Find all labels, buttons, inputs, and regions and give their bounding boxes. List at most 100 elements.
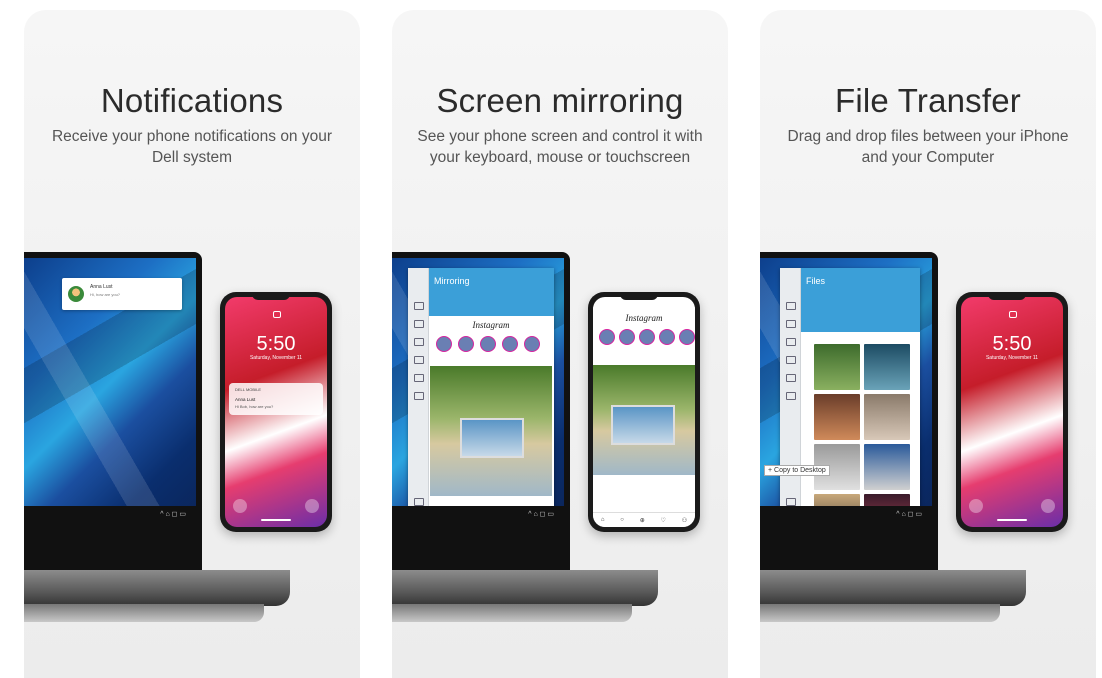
story-avatar[interactable] xyxy=(639,329,655,345)
files-window[interactable]: Files xyxy=(780,268,920,526)
menu-icon[interactable] xyxy=(414,302,424,310)
story-avatar[interactable] xyxy=(619,329,635,345)
post-image-laptop xyxy=(611,405,675,445)
laptop-base-edge xyxy=(760,604,1000,622)
story-avatar[interactable] xyxy=(502,336,518,352)
lock-screen: 5:50 Saturday, November 11 DELL MOBILE A… xyxy=(225,297,327,527)
laptop-screen: Anna Lust Hi, how are you? ^ ⌂ ◻ ▭ xyxy=(24,252,202,574)
instagram-app[interactable]: Instagram ⌂ ○ ⊕ ♡ ⚇ xyxy=(593,307,695,527)
instagram-logo: Instagram xyxy=(472,320,510,330)
photo-thumbnail[interactable] xyxy=(864,394,910,440)
flashlight-icon[interactable] xyxy=(233,499,247,513)
mirroring-icon[interactable] xyxy=(786,392,796,400)
camera-icon[interactable] xyxy=(305,499,319,513)
mirrored-instagram[interactable]: Instagram ⌂○⊕♡⚇ xyxy=(430,318,552,524)
app-sidebar xyxy=(780,268,801,526)
messages-icon[interactable] xyxy=(414,356,424,364)
panel-title: Screen mirroring xyxy=(436,82,684,119)
photo-thumbnail[interactable] xyxy=(814,394,860,440)
story-avatar[interactable] xyxy=(679,329,695,345)
files-icon[interactable] xyxy=(786,374,796,382)
messages-icon[interactable] xyxy=(786,356,796,364)
phone-icon[interactable] xyxy=(786,338,796,346)
home-indicator xyxy=(997,519,1027,521)
phone-notch xyxy=(620,292,658,300)
window-titlebar[interactable]: Files xyxy=(780,268,920,332)
desktop-wallpaper: Files + Copy to Desktop xyxy=(760,258,932,526)
notification-name: Anna Lust xyxy=(90,284,113,290)
app-sidebar xyxy=(408,268,429,526)
camera-icon[interactable] xyxy=(1041,499,1055,513)
lock-time: 5:50 xyxy=(992,333,1032,355)
story-avatar[interactable] xyxy=(524,336,540,352)
panel-screen-mirroring: Screen mirroring See your phone screen a… xyxy=(392,10,728,678)
phone-notch xyxy=(252,292,290,300)
iphone: 5:50 Saturday, November 11 xyxy=(956,292,1068,532)
photo-thumbnail[interactable] xyxy=(864,344,910,390)
mirroring-icon[interactable] xyxy=(414,392,424,400)
panel-notifications: Notifications Receive your phone notific… xyxy=(24,10,360,678)
home-icon[interactable]: ⌂ xyxy=(601,517,605,523)
profile-icon[interactable]: ⚇ xyxy=(682,517,687,524)
mirroring-window[interactable]: Mirroring Instagram xyxy=(408,268,554,526)
heart-icon[interactable]: ♡ xyxy=(661,517,666,524)
post-image[interactable] xyxy=(593,365,695,475)
phone-icon[interactable] xyxy=(414,338,424,346)
notification-name: Anna Lust xyxy=(235,397,256,402)
taskbar: ^ ⌂ ◻ ▭ xyxy=(392,506,564,526)
notifications-icon[interactable] xyxy=(786,320,796,328)
panel-title: File Transfer xyxy=(835,82,1021,119)
menu-icon[interactable] xyxy=(786,302,796,310)
lock-date: Saturday, November 11 xyxy=(249,355,303,361)
copy-to-desktop-tooltip: + Copy to Desktop xyxy=(764,465,830,476)
story-avatar[interactable] xyxy=(480,336,496,352)
desktop-wallpaper: Anna Lust Hi, how are you? xyxy=(24,258,196,526)
home-indicator xyxy=(261,519,291,521)
panel-subtitle: Drag and drop files between your iPhone … xyxy=(787,128,1069,166)
notification-message: Hi, how are you? xyxy=(90,292,121,297)
story-avatar[interactable] xyxy=(599,329,615,345)
taskbar: ^ ⌂ ◻ ▭ xyxy=(760,506,932,526)
flashlight-icon[interactable] xyxy=(969,499,983,513)
desktop-wallpaper: Mirroring Instagram xyxy=(392,258,564,526)
story-avatar[interactable] xyxy=(659,329,675,345)
system-tray-icons: ^ ⌂ ◻ ▭ xyxy=(160,511,186,518)
photo-thumbnail[interactable] xyxy=(864,444,910,490)
laptop-base-edge xyxy=(392,604,632,622)
notifications-icon[interactable] xyxy=(414,320,424,328)
files-icon[interactable] xyxy=(414,374,424,382)
lock-notification[interactable]: DELL MOBILE Anna Lust Hi Bob, how are yo… xyxy=(229,383,323,415)
taskbar: ^ ⌂ ◻ ▭ xyxy=(24,506,196,526)
post-image[interactable] xyxy=(430,366,552,496)
laptop-screen: Files + Copy to Desktop ^ ⌂ ◻ ▭ xyxy=(760,252,938,574)
lock-icon xyxy=(1009,311,1017,318)
laptop-base xyxy=(392,570,658,606)
laptop-base-edge xyxy=(24,604,264,622)
story-avatar[interactable] xyxy=(458,336,474,352)
panel-subtitle: See your phone screen and control it wit… xyxy=(417,128,703,166)
settings-icon[interactable] xyxy=(786,498,796,506)
instagram-nav: ⌂ ○ ⊕ ♡ ⚇ xyxy=(593,512,695,527)
post-image-laptop xyxy=(460,418,524,458)
laptop-base xyxy=(24,570,290,606)
system-tray-icons: ^ ⌂ ◻ ▭ xyxy=(528,511,554,518)
iphone: 5:50 Saturday, November 11 DELL MOBILE A… xyxy=(220,292,332,532)
panel-subtitle: Receive your phone notifications on your… xyxy=(51,128,333,166)
desktop-notification[interactable]: Anna Lust Hi, how are you? xyxy=(62,278,182,310)
lock-time: 5:50 xyxy=(256,333,296,355)
system-tray-icons: ^ ⌂ ◻ ▭ xyxy=(896,511,922,518)
add-icon[interactable]: ⊕ xyxy=(640,517,645,524)
settings-icon[interactable] xyxy=(414,498,424,506)
story-avatar[interactable] xyxy=(436,336,452,352)
phone-notch xyxy=(988,292,1026,300)
instagram-logo: Instagram xyxy=(625,313,663,323)
lock-icon xyxy=(273,311,281,318)
search-icon[interactable]: ○ xyxy=(620,517,624,523)
window-titlebar[interactable]: Mirroring xyxy=(408,268,554,316)
photo-thumbnail[interactable] xyxy=(814,344,860,390)
phone-screen: Instagram ⌂ ○ ⊕ ♡ ⚇ xyxy=(593,297,695,527)
laptop-base xyxy=(760,570,1026,606)
lock-screen: 5:50 Saturday, November 11 xyxy=(961,297,1063,527)
laptop-screen: Mirroring Instagram ^ ⌂ ◻ ▭ xyxy=(392,252,570,574)
avatar xyxy=(68,286,84,302)
